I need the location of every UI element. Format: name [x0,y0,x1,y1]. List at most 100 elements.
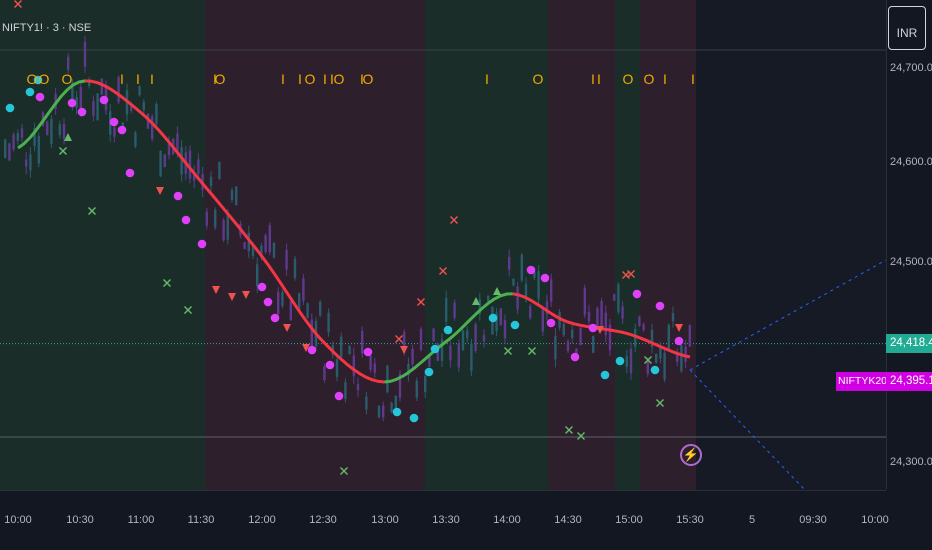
candle-body [638,316,641,326]
signal-dot [334,391,344,401]
candle-body [134,132,137,147]
candle-body [432,328,435,342]
x-tick-label: 13:30 [432,514,460,526]
session-band [205,0,250,490]
candle-body [285,249,288,270]
flag-label: O [305,71,316,87]
candle-body [323,366,326,380]
flag-label: O [62,71,73,87]
candle-body [281,292,284,306]
x-tick-label: 14:30 [554,514,582,526]
x-tick-label: 10:00 [861,514,889,526]
candle-body [424,375,427,392]
candle-body [516,286,519,310]
candle-body [289,301,292,320]
candle-body [58,124,61,136]
candle-body [188,150,192,179]
flag-label: I [323,71,327,87]
signal-dot [674,336,684,346]
signal-dot [67,98,77,108]
candle-body [499,308,502,326]
candle-body [629,348,633,374]
flag-label: O [644,71,655,87]
price-chart[interactable]: O O O I I I IO I I O I I O IO I O I I O O I I [0,0,932,550]
candle-body [272,242,276,258]
signal-dot [263,297,273,307]
session-bands [0,0,886,490]
candle-body [474,324,477,352]
candle-body [20,128,24,138]
flag-label: I [136,71,140,87]
chart-window: OOOIIIIOIIOIIOIOIOIIOOII NIFTY1! · 3 · N… [0,0,932,550]
candle-body [377,405,381,418]
candle-body [386,365,389,393]
candle-body [369,355,372,371]
x-tick-label: 12:00 [248,514,276,526]
candle-body [327,312,330,333]
candle-body [382,405,385,418]
candle-body [142,102,145,111]
candle-body [214,209,217,228]
y-tick-label: 24,700.00 [890,62,932,74]
candle-body [226,213,229,240]
flag-label: I [663,71,667,87]
lightning-icon[interactable]: ⚡ [680,444,702,466]
candle-body [470,343,473,372]
flag-label: I [591,71,595,87]
last-price-label: 24,418.40 [886,334,932,353]
candle-body [592,336,595,353]
candle-body [277,292,280,314]
candle-body [302,278,305,301]
series-value-label: 24,395.10 [886,372,932,391]
candle-body [155,103,158,125]
candle-body [209,176,213,187]
signal-dot [526,265,536,275]
flag-label: I [120,71,124,87]
candle-body [529,306,532,318]
candle-body [335,359,339,377]
candle-body [352,355,355,377]
session-band [548,0,615,490]
y-tick-label: 24,300.00 [890,456,932,468]
candle-body [348,345,351,355]
candle-body [340,336,343,358]
signal-dot [117,125,127,135]
flag-label: O [27,71,38,87]
x-tick-label: 15:00 [615,514,643,526]
currency-button[interactable]: INR [888,6,926,50]
x-tick-label: 15:30 [676,514,704,526]
signal-dot [546,318,556,328]
candle-body [583,287,586,315]
candle-body [138,86,141,96]
candle-body [684,346,687,362]
candle-body [205,211,208,226]
candle-body [230,190,234,201]
flag-label: O [363,71,374,87]
candle-body [100,78,103,95]
candle-body [449,345,452,361]
candle-body [625,356,628,367]
x-tick-label: 09:30 [799,514,827,526]
signal-dot [25,87,35,97]
x-tick-label: 12:30 [309,514,337,526]
x-tick-label: 13:00 [371,514,399,526]
candle-body [113,127,116,137]
x-tick-label: 5 [748,514,756,526]
signal-dot [197,239,207,249]
candle-body [512,279,515,286]
symbol-title[interactable]: NIFTY1! · 3 · NSE [2,22,91,34]
flag-label: I [485,71,489,87]
x-tick-label: 10:30 [66,514,94,526]
candle-body [550,279,553,302]
candle-body [617,284,620,313]
signal-dot [600,370,610,380]
candle-body [365,396,368,410]
candle-body [151,116,154,139]
flag-label: O [623,71,634,87]
candle-body [571,329,574,338]
candle-body [319,301,322,316]
candle-body [4,139,7,158]
flag-label: O [39,71,50,87]
signal-dot [430,344,440,354]
candle-body [541,310,544,332]
